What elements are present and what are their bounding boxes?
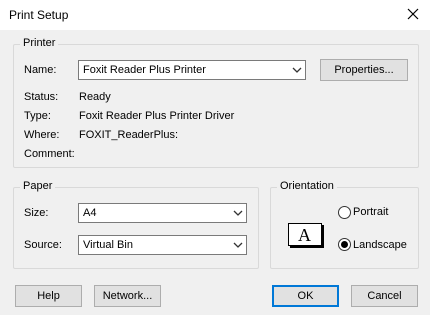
help-button[interactable]: Help: [15, 285, 82, 307]
chevron-down-icon: [233, 242, 243, 248]
type-value: Foxit Reader Plus Printer Driver: [79, 110, 235, 122]
properties-button[interactable]: Properties...: [320, 59, 408, 81]
orientation-preview-icon: A: [288, 223, 322, 246]
printer-name-value: Foxit Reader Plus Printer: [83, 64, 206, 76]
close-icon: [407, 8, 419, 20]
window-title: Print Setup: [9, 8, 69, 22]
where-value: FOXIT_ReaderPlus:: [79, 129, 179, 141]
name-label: Name:: [24, 64, 57, 76]
ok-button[interactable]: OK: [272, 285, 339, 307]
title-bar: Print Setup: [0, 0, 430, 30]
orientation-preview-glyph: A: [298, 225, 311, 245]
printer-name-select[interactable]: Foxit Reader Plus Printer: [78, 60, 306, 80]
where-label: Where:: [24, 129, 60, 141]
chevron-down-icon: [292, 67, 302, 73]
paper-size-value: A4: [83, 207, 97, 219]
paper-source-select[interactable]: Virtual Bin: [78, 235, 247, 255]
comment-label: Comment:: [24, 148, 75, 160]
orientation-group-label: Orientation: [277, 180, 337, 192]
paper-group: Paper: [13, 180, 259, 269]
status-label: Status:: [24, 91, 59, 103]
paper-size-select[interactable]: A4: [78, 203, 247, 223]
size-label: Size:: [24, 207, 49, 219]
cancel-button[interactable]: Cancel: [351, 285, 418, 307]
portrait-label[interactable]: Portrait: [353, 206, 388, 218]
close-button[interactable]: [402, 3, 424, 25]
paper-group-label: Paper: [20, 180, 56, 192]
printer-group-label: Printer: [20, 37, 59, 49]
landscape-radio[interactable]: [338, 238, 351, 251]
source-label: Source:: [24, 239, 62, 251]
network-button[interactable]: Network...: [94, 285, 161, 307]
chevron-down-icon: [233, 210, 243, 216]
paper-source-value: Virtual Bin: [83, 239, 133, 251]
landscape-label[interactable]: Landscape: [353, 239, 407, 251]
type-label: Type:: [24, 110, 51, 122]
portrait-radio[interactable]: [338, 206, 351, 219]
status-value: Ready: [79, 91, 111, 103]
